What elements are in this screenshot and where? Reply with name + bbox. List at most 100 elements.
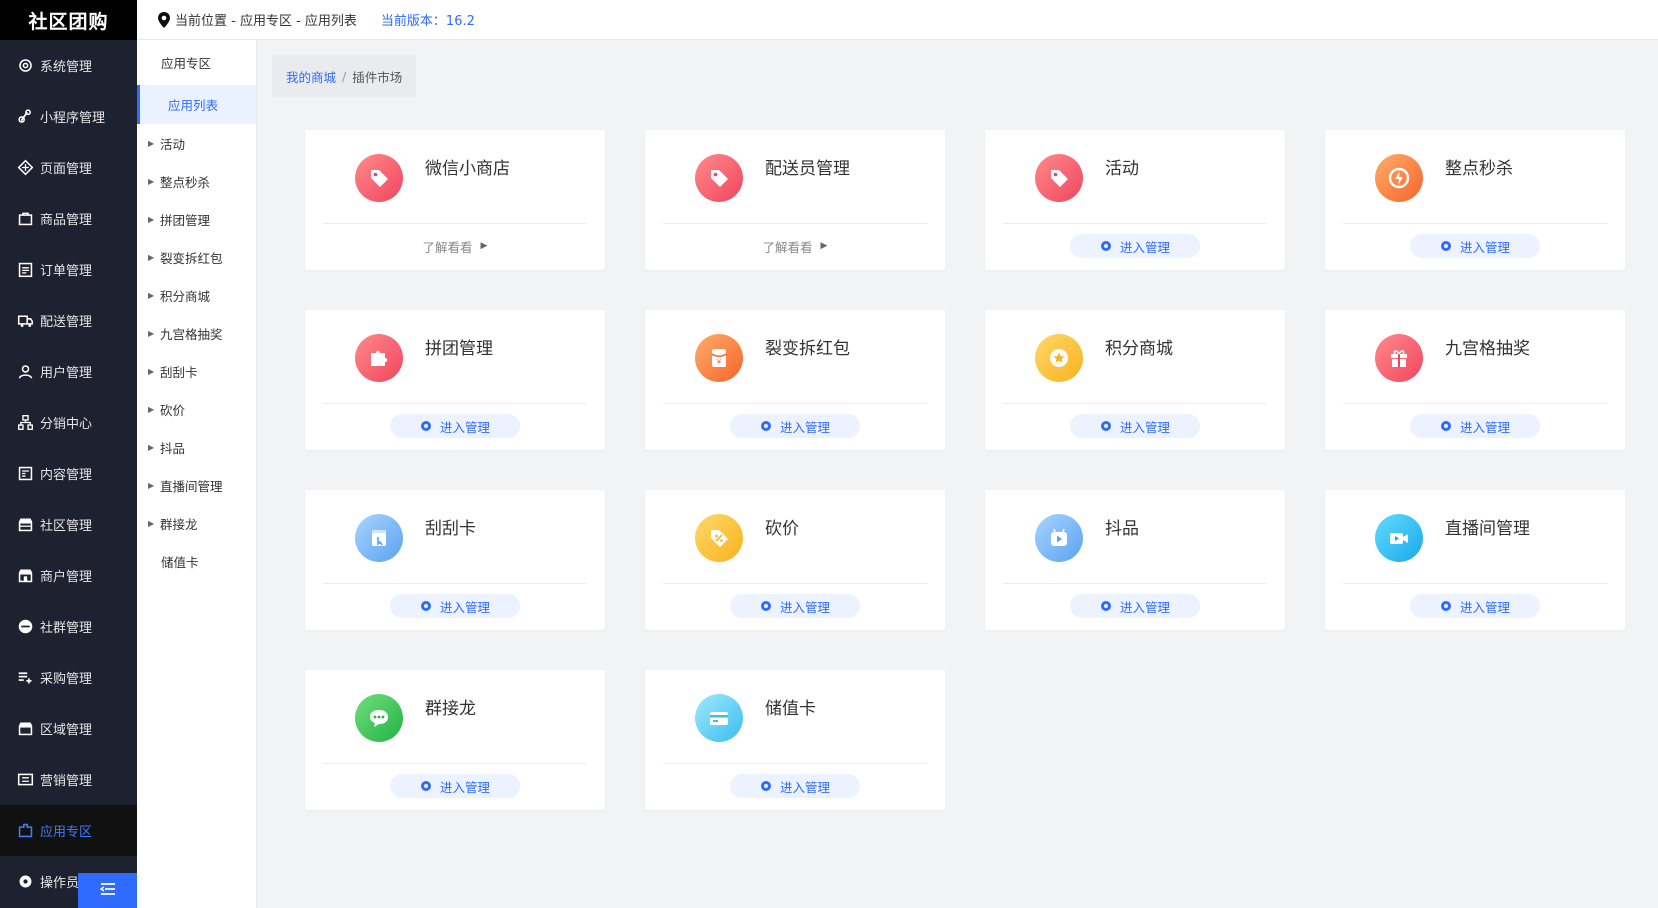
manage-button[interactable]: 进入管理 xyxy=(730,414,860,438)
subnav-item[interactable]: ▶ 裂变拆红包 xyxy=(137,238,256,276)
plugin-card: ¥ 裂变拆红包 进入管理 xyxy=(645,310,945,450)
sidebar-item-orders[interactable]: 订单管理 xyxy=(0,244,137,295)
manage-button[interactable]: 进入管理 xyxy=(1410,414,1540,438)
sidebar-item-goods[interactable]: 商品管理 xyxy=(0,193,137,244)
top-header: 当前位置 - 应用专区 - 应用列表 当前版本：16.2 xyxy=(137,0,1658,40)
subnav-header[interactable]: 应用专区 xyxy=(137,40,256,85)
manage-button[interactable]: 进入管理 xyxy=(1070,594,1200,618)
plugin-title: 裂变拆红包 xyxy=(765,339,850,359)
subnav-item[interactable]: 储值卡 xyxy=(137,542,256,580)
subnav-item-label: 储值卡 xyxy=(161,554,199,570)
subnav-item[interactable]: ▶ 刮刮卡 xyxy=(137,352,256,390)
subnav-item[interactable]: ▶ 抖品 xyxy=(137,428,256,466)
sidebar-item-area[interactable]: 区域管理 xyxy=(0,703,137,754)
add-list-icon xyxy=(17,669,34,686)
sidebar-item-marketing[interactable]: 营销管理 xyxy=(0,754,137,805)
gear-icon xyxy=(1100,240,1112,252)
manage-button[interactable]: 进入管理 xyxy=(1410,594,1540,618)
sidebar-item-label: 小程序管理 xyxy=(40,111,106,126)
sidebar-item-pages[interactable]: 页面管理 xyxy=(0,142,137,193)
gear-icon xyxy=(17,57,34,74)
breadcrumb-home-link[interactable]: 我的商城 xyxy=(286,67,336,86)
subnav-item[interactable]: ▶ 活动 xyxy=(137,124,256,162)
plugin-card: 配送员管理 了解看看 ▶ xyxy=(645,130,945,270)
sidebar-item-delivery[interactable]: 配送管理 xyxy=(0,295,137,346)
sidebar-item-miniprogram[interactable]: 小程序管理 xyxy=(0,91,137,142)
sidebar-item-system[interactable]: 系统管理 xyxy=(0,40,137,91)
manage-button[interactable]: 进入管理 xyxy=(390,594,520,618)
learn-more-link[interactable]: 了解看看 ▶ xyxy=(423,234,488,258)
learn-more-label: 了解看看 xyxy=(422,239,473,255)
card-divider xyxy=(1343,403,1607,404)
gear-icon xyxy=(1100,420,1112,432)
manage-button-label: 进入管理 xyxy=(779,779,830,795)
sidebar-item-label: 区域管理 xyxy=(40,723,93,738)
subnav-item[interactable]: ▶ 九宫格抽奖 xyxy=(137,314,256,352)
manage-button-label: 进入管理 xyxy=(1119,599,1170,615)
card-divider xyxy=(323,403,587,404)
subnav-item-label: 拼团管理 xyxy=(160,212,211,228)
manage-button[interactable]: 进入管理 xyxy=(390,774,520,798)
subnav-item[interactable]: ▶ 砍价 xyxy=(137,390,256,428)
breadcrumb-current: 插件市场 xyxy=(352,69,403,85)
subnav-item[interactable]: ▶ 直播间管理 xyxy=(137,466,256,504)
tag-icon xyxy=(1035,154,1083,202)
manage-button-label: 进入管理 xyxy=(439,599,490,615)
sidebar-item-distribution[interactable]: 分销中心 xyxy=(0,397,137,448)
gear-icon xyxy=(420,420,432,432)
card-divider xyxy=(1343,583,1607,584)
manage-button-label: 进入管理 xyxy=(1459,419,1510,435)
link-icon xyxy=(17,108,34,125)
gear-icon xyxy=(420,600,432,612)
sidebar-collapse-button[interactable] xyxy=(78,873,137,908)
gear-icon xyxy=(760,600,772,612)
app-logo: 社区团购 xyxy=(0,0,137,40)
sidebar-item-groups[interactable]: 社群管理 xyxy=(0,601,137,652)
manage-button[interactable]: 进入管理 xyxy=(1070,414,1200,438)
plugin-title: 整点秒杀 xyxy=(1445,159,1513,179)
subnav-item[interactable]: ▶ 拼团管理 xyxy=(137,200,256,238)
diamond-icon xyxy=(17,159,34,176)
manage-button-label: 进入管理 xyxy=(1459,599,1510,615)
caret-right-icon: ▶ xyxy=(148,442,155,452)
sidebar-item-community[interactable]: 社区管理 xyxy=(0,499,137,550)
bag-icon xyxy=(17,210,34,227)
gear-icon xyxy=(1440,600,1452,612)
sidebar-item-users[interactable]: 用户管理 xyxy=(0,346,137,397)
card-divider xyxy=(1003,223,1267,224)
caret-right-icon: ▶ xyxy=(148,176,155,186)
manage-button[interactable]: 进入管理 xyxy=(1070,234,1200,258)
sidebar-item-content[interactable]: 内容管理 xyxy=(0,448,137,499)
subnav-item[interactable]: ▶ 整点秒杀 xyxy=(137,162,256,200)
manage-button[interactable]: 进入管理 xyxy=(730,594,860,618)
caret-right-icon: ▶ xyxy=(148,404,155,414)
manage-button-label: 进入管理 xyxy=(779,419,830,435)
card-divider xyxy=(1343,223,1607,224)
manage-button[interactable]: 进入管理 xyxy=(1410,234,1540,258)
plugin-card: 拼团管理 进入管理 xyxy=(305,310,605,450)
plugin-title: 群接龙 xyxy=(425,699,476,719)
plugin-card: 储值卡 进入管理 xyxy=(645,670,945,810)
plugin-card: 积分商城 进入管理 xyxy=(985,310,1285,450)
store-icon xyxy=(17,516,34,533)
sidebar-item-merchants[interactable]: 商户管理 xyxy=(0,550,137,601)
subnav-item[interactable]: ▶ 群接龙 xyxy=(137,504,256,542)
chat-icon xyxy=(355,694,403,742)
plugin-card: 整点秒杀 进入管理 xyxy=(1325,130,1625,270)
plugin-title: 配送员管理 xyxy=(765,159,850,179)
manage-button[interactable]: 进入管理 xyxy=(730,774,860,798)
plugin-card: 直播间管理 进入管理 xyxy=(1325,490,1625,630)
shop-icon xyxy=(17,567,34,584)
subnav-item[interactable]: ▶ 积分商城 xyxy=(137,276,256,314)
manage-button[interactable]: 进入管理 xyxy=(390,414,520,438)
plugin-card: 刮刮卡 进入管理 xyxy=(305,490,605,630)
subnav-item-label: 直播间管理 xyxy=(160,478,223,494)
scratch-card-icon xyxy=(355,514,403,562)
learn-more-link[interactable]: 了解看看 ▶ xyxy=(763,234,828,258)
card-divider xyxy=(323,763,587,764)
subnav-item-current[interactable]: 应用列表 xyxy=(137,85,256,124)
sidebar-item-apps[interactable]: 应用专区 xyxy=(0,805,137,856)
sidebar-item-purchase[interactable]: 采购管理 xyxy=(0,652,137,703)
subnav-item-label: 抖品 xyxy=(160,440,186,456)
breadcrumb: 我的商城 / 插件市场 xyxy=(272,55,417,97)
